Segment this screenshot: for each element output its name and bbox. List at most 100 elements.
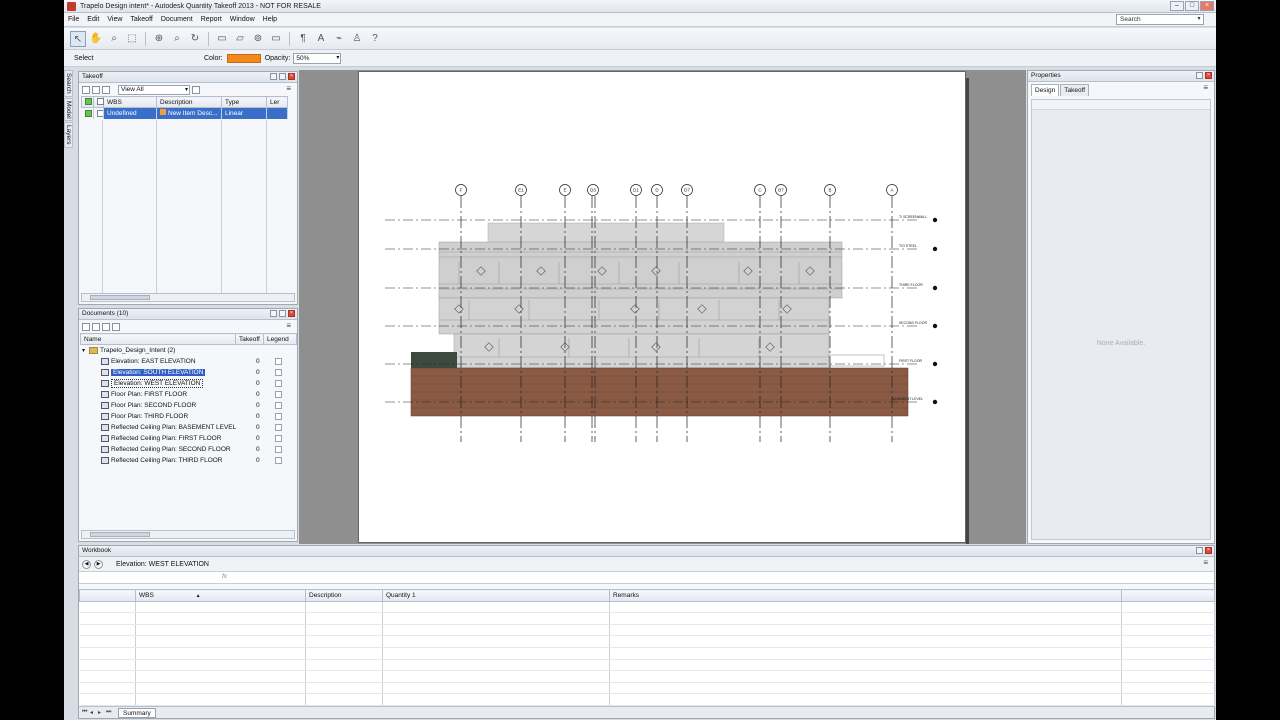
- delete-document-icon[interactable]: [112, 322, 120, 331]
- list-item[interactable]: Elevation: SOUTH ELEVATION 0: [79, 367, 297, 378]
- legend-checkbox[interactable]: [275, 369, 282, 376]
- table-cell[interactable]: [382, 659, 610, 672]
- row-check-cell[interactable]: [81, 107, 94, 119]
- search-input[interactable]: Search: [1116, 14, 1204, 25]
- menu-help[interactable]: Help: [259, 16, 281, 23]
- list-item[interactable]: Reflected Ceiling Plan: BASEMENT LEVEL 0: [79, 422, 297, 433]
- table-cell[interactable]: [305, 693, 383, 706]
- table-cell[interactable]: [1121, 659, 1215, 672]
- view-filter-select[interactable]: View All ▾: [118, 84, 190, 95]
- filter-options-icon[interactable]: [192, 85, 200, 94]
- table-cell[interactable]: [382, 635, 610, 648]
- list-item[interactable]: Floor Plan: SECOND FLOOR 0: [79, 400, 297, 411]
- help-icon[interactable]: ?: [367, 31, 383, 47]
- table-cell[interactable]: [609, 693, 1122, 706]
- table-cell[interactable]: [135, 682, 306, 695]
- close-button[interactable]: ×: [1200, 1, 1214, 11]
- pan-tool-icon[interactable]: ✋: [88, 31, 104, 47]
- table-cell[interactable]: [135, 670, 306, 683]
- list-item[interactable]: Reflected Ceiling Plan: FIRST FLOOR 0: [79, 433, 297, 444]
- close-icon[interactable]: ×: [1205, 547, 1212, 554]
- rotate-icon[interactable]: ↻: [187, 31, 203, 47]
- checkbox-icon[interactable]: [97, 109, 103, 117]
- legend-checkbox[interactable]: [275, 402, 282, 409]
- table-row[interactable]: [79, 682, 1215, 695]
- table-cell[interactable]: [79, 612, 136, 625]
- sort-icon[interactable]: ▲: [196, 593, 201, 599]
- maximize-button[interactable]: □: [1185, 1, 1199, 11]
- table-cell[interactable]: [382, 601, 610, 614]
- table-row[interactable]: [79, 601, 1215, 614]
- table-cell[interactable]: [382, 670, 610, 683]
- wbs-col-header[interactable]: WBS: [103, 96, 157, 108]
- description-col-header[interactable]: Description: [305, 589, 383, 602]
- linear-takeoff-icon[interactable]: ▭: [214, 31, 230, 47]
- legend-checkbox[interactable]: [275, 457, 282, 464]
- refresh-icon[interactable]: [92, 322, 100, 331]
- table-cell[interactable]: [135, 647, 306, 660]
- type-cell[interactable]: Linear: [221, 107, 267, 119]
- scrollbar-thumb[interactable]: [90, 295, 150, 300]
- opacity-select[interactable]: 50% ▾: [293, 52, 342, 64]
- table-row[interactable]: [79, 612, 1215, 625]
- menu-file[interactable]: File: [64, 16, 83, 23]
- table-cell[interactable]: [609, 659, 1122, 672]
- forward-icon[interactable]: ▶: [94, 559, 103, 569]
- table-cell[interactable]: [382, 624, 610, 637]
- table-row[interactable]: [79, 670, 1215, 683]
- check-col-header[interactable]: [81, 96, 94, 108]
- list-item[interactable]: Floor Plan: FIRST FLOOR 0: [79, 389, 297, 400]
- legend-checkbox[interactable]: [275, 358, 282, 365]
- table-cell[interactable]: [305, 670, 383, 683]
- checkbox-icon[interactable]: [84, 109, 92, 117]
- table-cell[interactable]: [79, 624, 136, 637]
- legend-checkbox[interactable]: [275, 391, 282, 398]
- checkbox-icon[interactable]: [97, 98, 104, 106]
- name-col-header[interactable]: Name: [80, 333, 236, 345]
- zoom-window-icon[interactable]: ⬚: [124, 31, 140, 47]
- table-cell[interactable]: [79, 693, 136, 706]
- close-icon[interactable]: ×: [288, 73, 295, 80]
- length-col-header[interactable]: Ler: [266, 96, 288, 108]
- menu-view[interactable]: View: [103, 16, 126, 23]
- drawing-canvas[interactable]: F E1 E D3 D1 D D7 C B7 B A T/ SCREENWALL…: [299, 70, 1026, 544]
- new-item-icon[interactable]: [92, 85, 100, 94]
- table-cell[interactable]: [1121, 647, 1215, 660]
- zoom-in-icon[interactable]: ⊕: [151, 31, 167, 47]
- table-cell[interactable]: [1121, 601, 1215, 614]
- new-group-icon[interactable]: [82, 85, 90, 94]
- table-cell[interactable]: [609, 612, 1122, 625]
- float-icon[interactable]: [270, 310, 277, 317]
- back-icon[interactable]: ◀: [82, 559, 91, 569]
- table-cell[interactable]: [609, 670, 1122, 683]
- legend-col-header[interactable]: Legend: [263, 333, 297, 345]
- link-icon[interactable]: ⌁: [331, 31, 347, 47]
- table-cell[interactable]: [79, 635, 136, 648]
- legend-checkbox[interactable]: [275, 424, 282, 431]
- takeoff-col-header[interactable]: Takeoff: [235, 333, 264, 345]
- list-item[interactable]: Elevation: EAST ELEVATION 0: [79, 356, 297, 367]
- table-cell[interactable]: [305, 647, 383, 660]
- table-cell[interactable]: [305, 635, 383, 648]
- text-icon[interactable]: A: [313, 31, 329, 47]
- tree-folder[interactable]: ▾ Trapelo_Design_Intent (2): [79, 345, 297, 356]
- float-icon[interactable]: [270, 73, 277, 80]
- rectangle-icon[interactable]: ▭: [268, 31, 284, 47]
- description-cell[interactable]: New Item Desc...: [156, 107, 222, 119]
- list-item[interactable]: Reflected Ceiling Plan: SECOND FLOOR 0: [79, 444, 297, 455]
- table-cell[interactable]: [135, 659, 306, 672]
- find-icon[interactable]: ⌕: [169, 31, 185, 47]
- list-item[interactable]: Reflected Ceiling Plan: THIRD FLOOR 0: [79, 455, 297, 466]
- table-row[interactable]: [79, 659, 1215, 672]
- publish-icon[interactable]: [102, 322, 110, 331]
- count-takeoff-icon[interactable]: ⊚: [250, 31, 266, 47]
- table-cell[interactable]: [1121, 612, 1215, 625]
- area-takeoff-icon[interactable]: ▱: [232, 31, 248, 47]
- menu-window[interactable]: Window: [226, 16, 259, 23]
- panel-menu-icon[interactable]: ≡: [286, 85, 291, 93]
- close-icon[interactable]: ×: [288, 310, 295, 317]
- menu-edit[interactable]: Edit: [83, 16, 103, 23]
- legend-checkbox[interactable]: [275, 446, 282, 453]
- table-cell[interactable]: [135, 624, 306, 637]
- table-cell[interactable]: [1121, 635, 1215, 648]
